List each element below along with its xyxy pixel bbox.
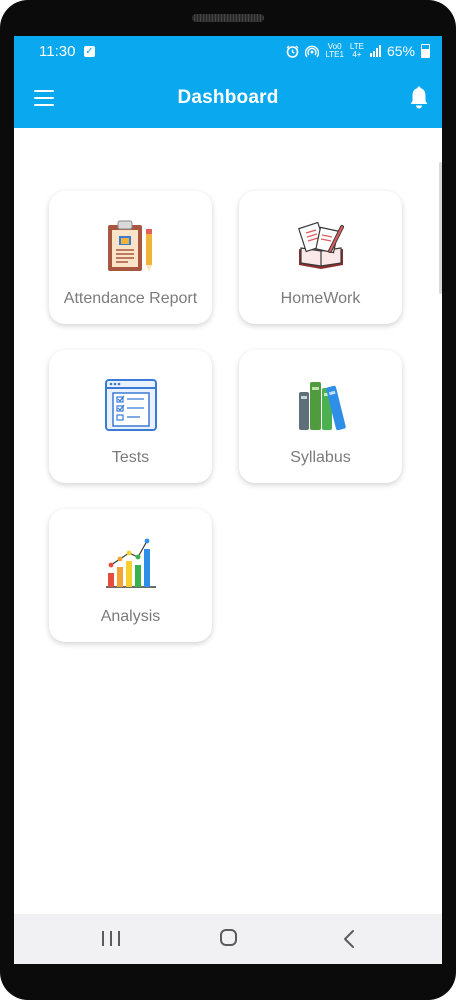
test-checklist-icon	[104, 379, 157, 431]
volte-indicator: Vo0 LTE1	[325, 42, 344, 59]
attendance-report-card[interactable]: Attendance Report	[49, 191, 212, 324]
card-label: Attendance Report	[63, 290, 198, 307]
dashboard-grid: Attendance Report HomeWork Tests Syllabu…	[14, 128, 442, 888]
phone-frame: 11:30 ✓ Vo0 LTE1 LTE 4+ 65% Dashboard At…	[0, 0, 456, 1000]
signal-icon	[369, 45, 381, 57]
homework-book-icon	[297, 221, 344, 269]
screen: 11:30 ✓ Vo0 LTE1 LTE 4+ 65% Dashboard At…	[14, 36, 442, 964]
card-label: Syllabus	[290, 449, 351, 466]
battery-icon	[421, 44, 430, 58]
speaker-grille	[192, 14, 264, 22]
alarm-icon	[286, 45, 299, 58]
back-icon[interactable]	[342, 929, 356, 949]
card-label: HomeWork	[280, 290, 361, 307]
homework-card[interactable]: HomeWork	[239, 191, 402, 324]
card-label: Tests	[111, 449, 150, 466]
scrollbar[interactable]	[439, 162, 442, 294]
syllabus-card[interactable]: Syllabus	[239, 350, 402, 483]
page-title: Dashboard	[177, 87, 279, 108]
status-bar: 11:30 ✓ Vo0 LTE1 LTE 4+ 65%	[14, 36, 442, 68]
analysis-chart-icon	[105, 538, 156, 588]
recents-icon[interactable]	[102, 931, 120, 947]
notification-check-icon: ✓	[84, 46, 95, 57]
hotspot-icon	[305, 45, 320, 57]
bell-icon[interactable]	[408, 86, 430, 110]
analysis-card[interactable]: Analysis	[49, 509, 212, 642]
clipboard-report-icon	[107, 220, 152, 272]
status-indicators: Vo0 LTE1 LTE 4+ 65%	[286, 43, 430, 59]
syllabus-books-icon	[298, 382, 346, 431]
app-bar: Dashboard	[14, 68, 442, 128]
status-time: 11:30	[39, 43, 76, 60]
system-nav-bar	[14, 914, 442, 964]
lte-indicator: LTE 4+	[349, 42, 364, 59]
home-icon[interactable]	[220, 929, 237, 946]
card-label: Analysis	[100, 608, 161, 625]
battery-percent: 65%	[386, 43, 415, 59]
tests-card[interactable]: Tests	[49, 350, 212, 483]
